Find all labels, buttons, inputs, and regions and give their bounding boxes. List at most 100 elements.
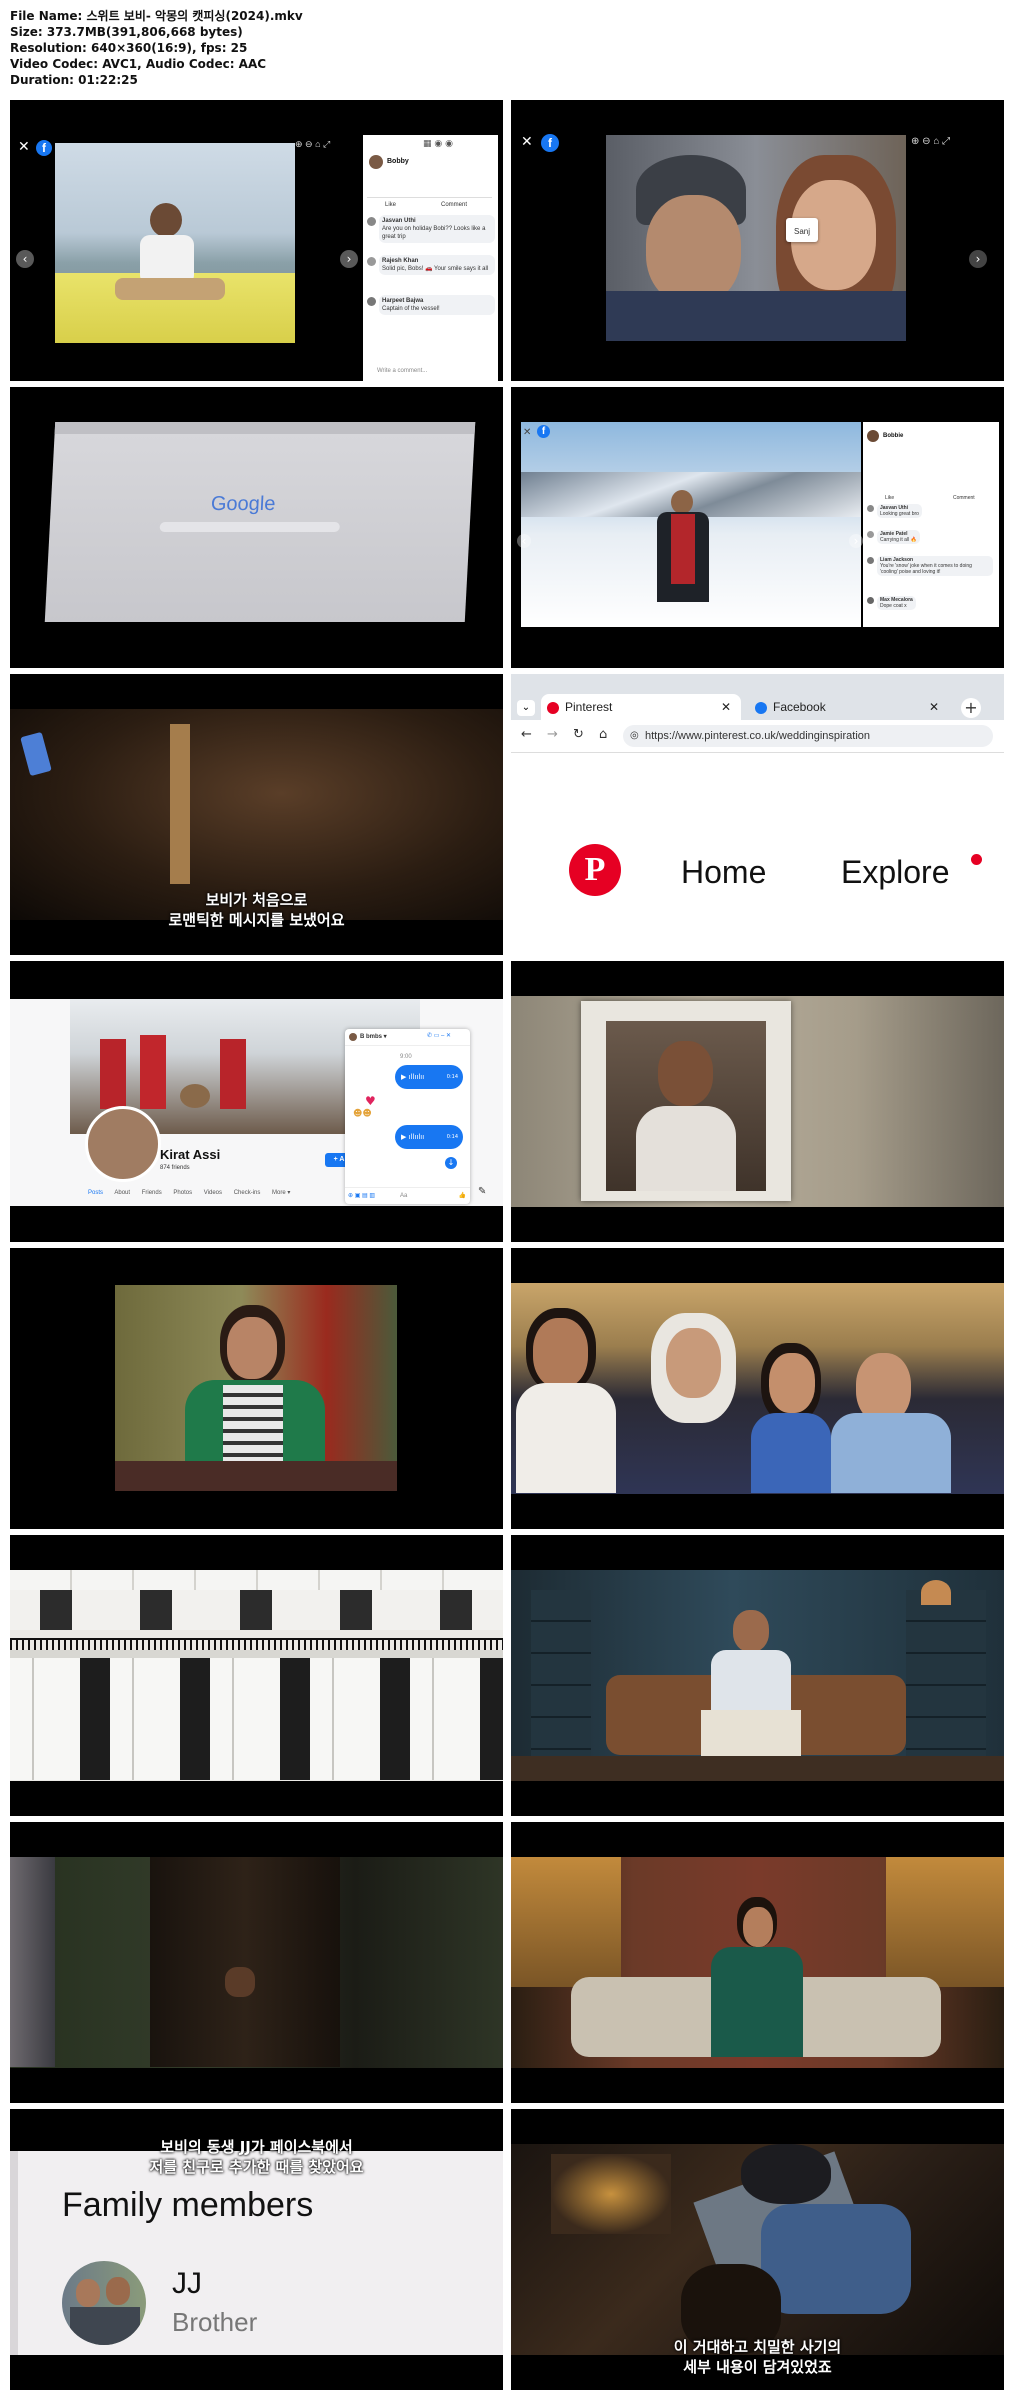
play-icon[interactable]: ▶ [401,1133,406,1141]
subtitle-line-1: 보비가 처음으로 [205,891,308,909]
play-icon[interactable]: ▶ [401,1073,406,1081]
search-input[interactable] [159,522,340,532]
avatar[interactable] [62,2261,146,2345]
previous-arrow-icon[interactable]: ‹ [517,534,531,548]
member-name[interactable]: JJ [172,2267,202,2301]
dark-figure-scene [10,1857,503,2068]
like-button[interactable]: Like [885,494,894,502]
new-message-icon[interactable]: ✎ [478,1187,486,1197]
commenter-name: Harpeet Bajwa [382,298,424,304]
next-arrow-icon[interactable]: › [849,534,863,548]
photo-toolbar-icons[interactable]: ⊕ ⊖ ⌂ ⤢ [911,137,950,147]
thumbnail-10[interactable] [511,1248,1004,1529]
thumbnail-3[interactable]: Google [10,387,503,668]
list-item: Harpeet Bajwa Captain of the vessel! [367,295,495,325]
home-icon[interactable]: ⌂ [599,728,607,742]
subtitle-line-2: 저를 친구로 추가한 때를 찾았어요 [149,2158,364,2176]
close-tab-icon[interactable]: ✕ [721,694,731,720]
subtitle-line-1: 이 거대하고 치밀한 사기의 [673,2338,842,2356]
photo-toolbar-icons[interactable]: ⊕ ⊖ ⌂ ⤢ [295,140,330,149]
thumbnail-16[interactable]: 이 거대하고 치밀한 사기의 세부 내용이 담겨있었죠 [511,2109,1004,2390]
waveform-icon: ıllıılıı [408,1133,425,1141]
thumbnail-5[interactable]: 보비가 처음으로 로맨틱한 메시지를 보냈어요 [10,674,503,955]
friends-count: 874 friends [160,1165,190,1171]
voice-message-2[interactable]: ▶ ıllıılıı 0:14 [395,1125,463,1149]
comment-text: Looking great bro [880,511,919,517]
notification-dot [971,854,982,865]
profile-name: Bobbie [883,433,904,439]
tab-check-ins[interactable]: Check-ins [234,1190,261,1196]
list-item: Jasvan Uthi Are you on holiday Bobi?? Lo… [367,215,495,255]
next-arrow-icon[interactable]: › [340,250,358,268]
thumbnail-7[interactable]: Kirat Assi 874 friends + A Posts About F… [10,961,503,1242]
new-tab-icon[interactable]: + [961,698,981,718]
comment-text: Dope coat x [880,603,907,609]
close-tab-icon[interactable]: ✕ [929,694,939,720]
chat-tool-icons[interactable]: ⊕ ▣ ▤ ▥ [348,1192,375,1200]
next-arrow-icon[interactable]: › [969,250,987,268]
family-photo [511,1283,1004,1494]
pinterest-tab-icon [547,701,559,714]
thumbnail-8[interactable] [511,961,1004,1242]
reload-icon[interactable]: ↻ [573,728,584,742]
duration-info: Duration: 01:22:25 [10,73,138,87]
nav-explore[interactable]: Explore [841,854,950,890]
voice-message-1[interactable]: ▶ ıllıılıı 0:14 [395,1065,463,1089]
thumbnail-1[interactable]: ✕ f ‹ › ⊕ ⊖ ⌂ ⤢ ▦ ◉ ◉ Bobby Like Comment… [10,100,503,381]
tab-about[interactable]: About [114,1190,130,1196]
tab-menu-icon[interactable]: ⌄ [517,700,535,716]
file-info-header: File Name: 스위트 보비- 악몽의 캣피싱(2024).mkv Siz… [10,8,610,88]
resolution-info: Resolution: 640×360(16:9), fps: 25 [10,41,248,55]
chat-input[interactable]: Aa [400,1192,407,1200]
comment-button[interactable]: Comment [441,201,467,209]
scroll-down-icon[interactable]: ↓ [445,1157,457,1169]
tab-pinterest[interactable]: Pinterest ✕ [541,694,741,720]
thumbnail-15[interactable]: 보비의 동생 JJ가 페이스북에서 저를 친구로 추가한 때를 찾았어요 Fam… [10,2109,503,2390]
thumbnail-12[interactable] [511,1535,1004,1816]
forward-icon[interactable]: → [547,728,558,742]
thumbnail-2[interactable]: ✕ f Sanj ⊕ ⊖ ⌂ ⤢ › [511,100,1004,381]
like-button[interactable]: Like [385,201,396,209]
framed-portrait [581,1001,791,1201]
back-icon[interactable]: ← [521,728,532,742]
selfie-photo [606,135,906,341]
tab-videos[interactable]: Videos [204,1190,222,1196]
snow-photo: ✕ f ‹ › [517,422,863,627]
previous-arrow-icon[interactable]: ‹ [16,250,34,268]
thumbnail-14[interactable] [511,1822,1004,2103]
comment-list: Jasvan Uthi Looking great bro Jamie Pate… [867,504,995,618]
comment-text: Captain of the vessel! [382,306,440,312]
chat-name[interactable]: B bmbs ▾ [360,1033,387,1041]
close-icon[interactable]: ✕ [521,135,533,149]
close-icon[interactable]: ✕ [523,426,531,440]
tab-more[interactable]: More ▾ [272,1190,290,1196]
chat-controls-icons[interactable]: ✆ ▭ – ✕ [427,1032,451,1040]
thumbnail-11[interactable] [10,1535,503,1816]
tab-posts[interactable]: Posts [88,1190,103,1196]
list-item: Liam Jackson You're 'snow' joke when it … [867,556,995,596]
tab-friends[interactable]: Friends [142,1190,162,1196]
thumbnail-6[interactable]: ⌄ Pinterest ✕ Facebook ✕ + ← → ↻ ⌂ ◎ htt… [511,674,1004,955]
chat-header: B bmbs ▾ ✆ ▭ – ✕ [345,1029,470,1046]
chat-timestamp: 9:00 [400,1054,412,1060]
pinterest-logo-icon[interactable]: P [569,844,621,896]
nav-home[interactable]: Home [681,854,766,890]
profile-tabs: Posts About Friends Photos Videos Check-… [88,1189,338,1197]
thumbnail-4[interactable]: ✕ f ‹ › Bobbie Like Comment Jasvan Uthi … [511,387,1004,668]
comment-list: Jasvan Uthi Are you on holiday Bobi?? Lo… [367,215,495,325]
thumbnail-9[interactable] [10,1248,503,1529]
comment-button[interactable]: Comment [953,494,975,502]
avatar [867,430,879,442]
like-icon[interactable]: 👍 [459,1192,466,1200]
url-field[interactable]: ◎ https://www.pinterest.co.uk/weddingins… [623,725,993,747]
heart-reaction-icon: ♥ [365,1094,376,1108]
photo-tag-label[interactable]: Sanj [786,218,819,242]
tab-facebook[interactable]: Facebook ✕ [749,694,949,720]
avatar[interactable] [85,1106,161,1182]
close-icon[interactable]: ✕ [18,140,30,154]
boat-photo [55,143,295,343]
subtitle-line-2: 세부 내용이 담겨있었죠 [683,2358,832,2376]
write-comment-input[interactable]: Write a comment... [377,367,427,375]
thumbnail-13[interactable] [10,1822,503,2103]
tab-photos[interactable]: Photos [173,1190,192,1196]
